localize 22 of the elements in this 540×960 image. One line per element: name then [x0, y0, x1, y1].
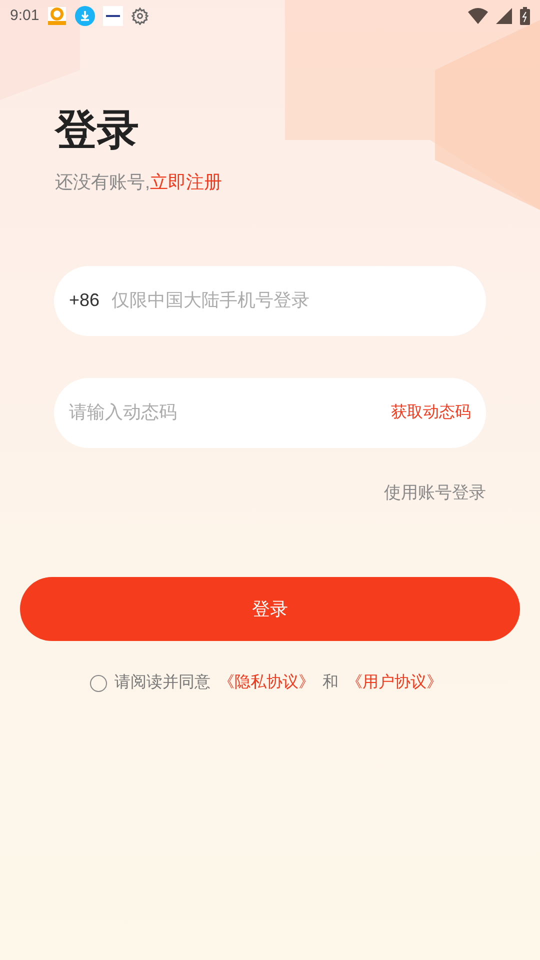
account-login-link[interactable]: 使用账号登录: [384, 480, 486, 505]
agreement-text: 请阅读并同意: [114, 672, 210, 693]
code-input[interactable]: 请输入动态码: [69, 399, 379, 426]
battery-icon: [520, 7, 530, 25]
wifi-icon: [468, 8, 488, 24]
download-icon: [75, 6, 96, 26]
privacy-policy-link[interactable]: 《隐私协议》: [218, 671, 314, 695]
register-prompt: 还没有账号,立即注册: [55, 170, 224, 194]
user-agreement-link[interactable]: 《用户协议》: [346, 671, 442, 695]
code-field[interactable]: 请输入动态码 获取动态码: [54, 378, 486, 448]
register-link[interactable]: 立即注册: [150, 172, 222, 192]
signal-icon: [496, 8, 512, 24]
page-title: 登录: [55, 105, 140, 155]
country-code[interactable]: +86: [69, 287, 100, 314]
phone-field[interactable]: +86 仅限中国大陆手机号登录: [54, 266, 486, 336]
settings-icon: [131, 7, 150, 25]
status-time: 9:01: [10, 6, 40, 26]
agreement-checkbox[interactable]: [90, 674, 106, 692]
conjunction-text: 和: [322, 672, 338, 693]
phone-input[interactable]: 仅限中国大陆手机号登录: [112, 287, 471, 314]
login-button[interactable]: 登录: [20, 577, 520, 641]
get-code-button[interactable]: 获取动态码: [391, 400, 471, 424]
